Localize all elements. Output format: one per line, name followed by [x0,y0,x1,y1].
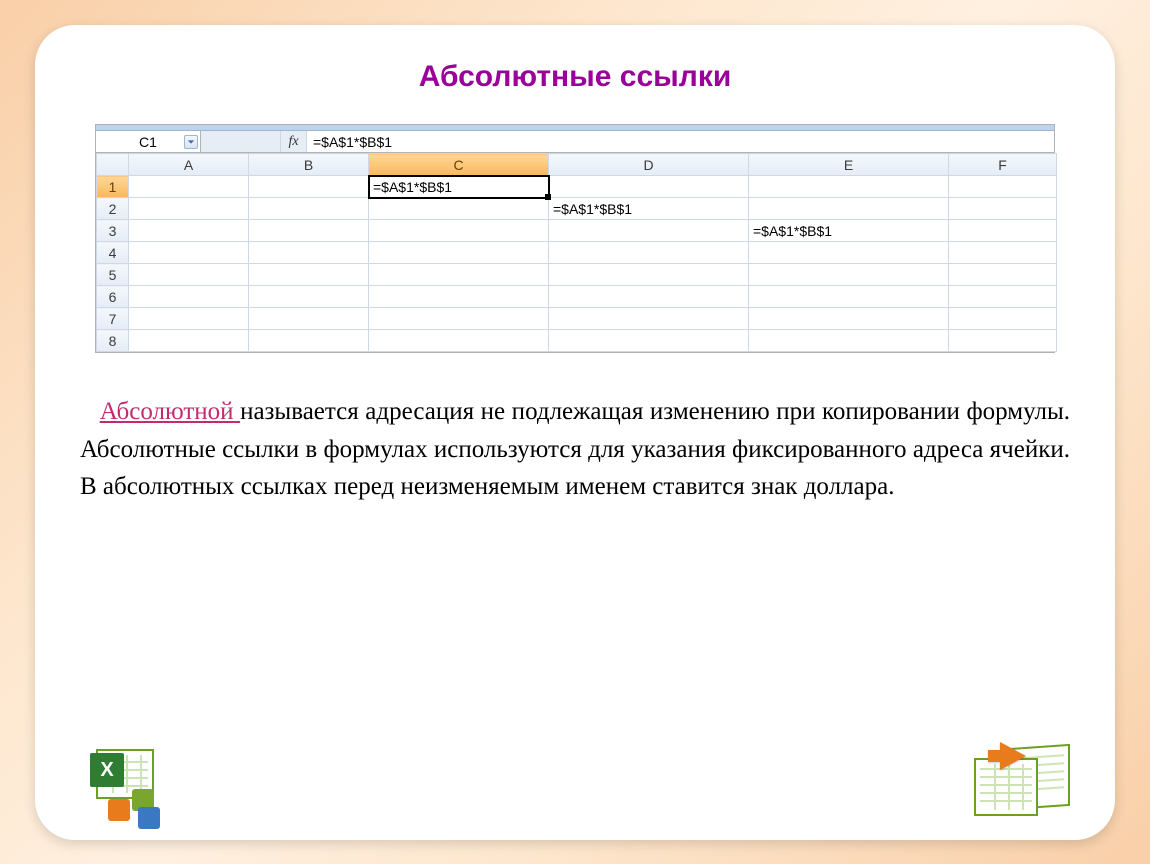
blue-square-icon [138,807,160,829]
col-header-E[interactable]: E [749,154,949,176]
cell-C5[interactable] [369,264,549,286]
col-header-F[interactable]: F [949,154,1057,176]
cell-F3[interactable] [949,220,1057,242]
cell-C2[interactable] [369,198,549,220]
cell-D2[interactable]: =$A$1*$B$1 [549,198,749,220]
row-header-5[interactable]: 5 [97,264,129,286]
cell-C7[interactable] [369,308,549,330]
col-header-B[interactable]: B [249,154,369,176]
row-header-8[interactable]: 8 [97,330,129,352]
excel-export-icon [970,740,1070,825]
cell-F2[interactable] [949,198,1057,220]
row-8: 8 [97,330,1057,352]
row-header-3[interactable]: 3 [97,220,129,242]
cell-D6[interactable] [549,286,749,308]
cell-C3[interactable] [369,220,549,242]
row-header-1[interactable]: 1 [97,176,129,198]
cell-D3[interactable] [549,220,749,242]
cell-D5[interactable] [549,264,749,286]
row-6: 6 [97,286,1057,308]
cell-B6[interactable] [249,286,369,308]
cell-B4[interactable] [249,242,369,264]
cell-D8[interactable] [549,330,749,352]
cell-E1[interactable] [749,176,949,198]
cell-E3[interactable]: =$A$1*$B$1 [749,220,949,242]
cell-F6[interactable] [949,286,1057,308]
cell-A3[interactable] [129,220,249,242]
cell-B3[interactable] [249,220,369,242]
row-5: 5 [97,264,1057,286]
col-header-A[interactable]: A [129,154,249,176]
col-header-D[interactable]: D [549,154,749,176]
cell-E6[interactable] [749,286,949,308]
cell-A6[interactable] [129,286,249,308]
name-box[interactable]: C1 [96,131,201,152]
cell-F8[interactable] [949,330,1057,352]
cell-D4[interactable] [549,242,749,264]
row-3: 3 =$A$1*$B$1 [97,220,1057,242]
slide-title: Абсолютные ссылки [60,60,1090,94]
cell-C8[interactable] [369,330,549,352]
orange-square-icon [108,799,130,821]
explanation-paragraph: Абсолютной называется адресация не подле… [80,393,1070,506]
cell-A2[interactable] [129,198,249,220]
cell-E4[interactable] [749,242,949,264]
cell-A8[interactable] [129,330,249,352]
cell-B1[interactable] [249,176,369,198]
cell-E7[interactable] [749,308,949,330]
select-all-corner[interactable] [97,154,129,176]
name-box-value: C1 [139,134,157,150]
cell-D1[interactable] [549,176,749,198]
cell-A1[interactable] [129,176,249,198]
row-header-7[interactable]: 7 [97,308,129,330]
cell-A4[interactable] [129,242,249,264]
cell-E5[interactable] [749,264,949,286]
row-4: 4 [97,242,1057,264]
formula-bar: C1 fx =$A$1*$B$1 [96,131,1054,153]
cell-D7[interactable] [549,308,749,330]
row-header-4[interactable]: 4 [97,242,129,264]
formula-input[interactable]: =$A$1*$B$1 [307,131,1054,152]
row-1: 1 =$A$1*$B$1 [97,176,1057,198]
column-header-row: A B C D E F [97,154,1057,176]
row-2: 2 =$A$1*$B$1 [97,198,1057,220]
cell-F4[interactable] [949,242,1057,264]
cell-B8[interactable] [249,330,369,352]
cell-F7[interactable] [949,308,1057,330]
cell-F1[interactable] [949,176,1057,198]
row-7: 7 [97,308,1057,330]
excel-x-badge: X [90,753,124,787]
fx-button[interactable]: fx [281,131,307,152]
row-header-2[interactable]: 2 [97,198,129,220]
cell-E2[interactable] [749,198,949,220]
cell-A5[interactable] [129,264,249,286]
cell-B7[interactable] [249,308,369,330]
cell-C1[interactable]: =$A$1*$B$1 [369,176,549,198]
col-header-C[interactable]: C [369,154,549,176]
cell-B5[interactable] [249,264,369,286]
cell-C6[interactable] [369,286,549,308]
cell-F5[interactable] [949,264,1057,286]
excel-screenshot: C1 fx =$A$1*$B$1 A B C D E F [95,124,1055,353]
slide-card: Абсолютные ссылки C1 fx =$A$1*$B$1 A B C [35,25,1115,840]
keyword-absolute: Абсолютной [100,398,240,425]
excel-2007-icon: X [90,745,185,825]
name-box-dropdown-icon[interactable] [184,135,198,149]
cell-B2[interactable] [249,198,369,220]
orange-arrow-icon [1000,742,1026,770]
cell-A7[interactable] [129,308,249,330]
formula-bar-gap [201,131,281,152]
cell-E8[interactable] [749,330,949,352]
cell-C4[interactable] [369,242,549,264]
row-header-6[interactable]: 6 [97,286,129,308]
spreadsheet-grid: A B C D E F 1 =$A$1*$B$1 2 = [96,153,1057,352]
